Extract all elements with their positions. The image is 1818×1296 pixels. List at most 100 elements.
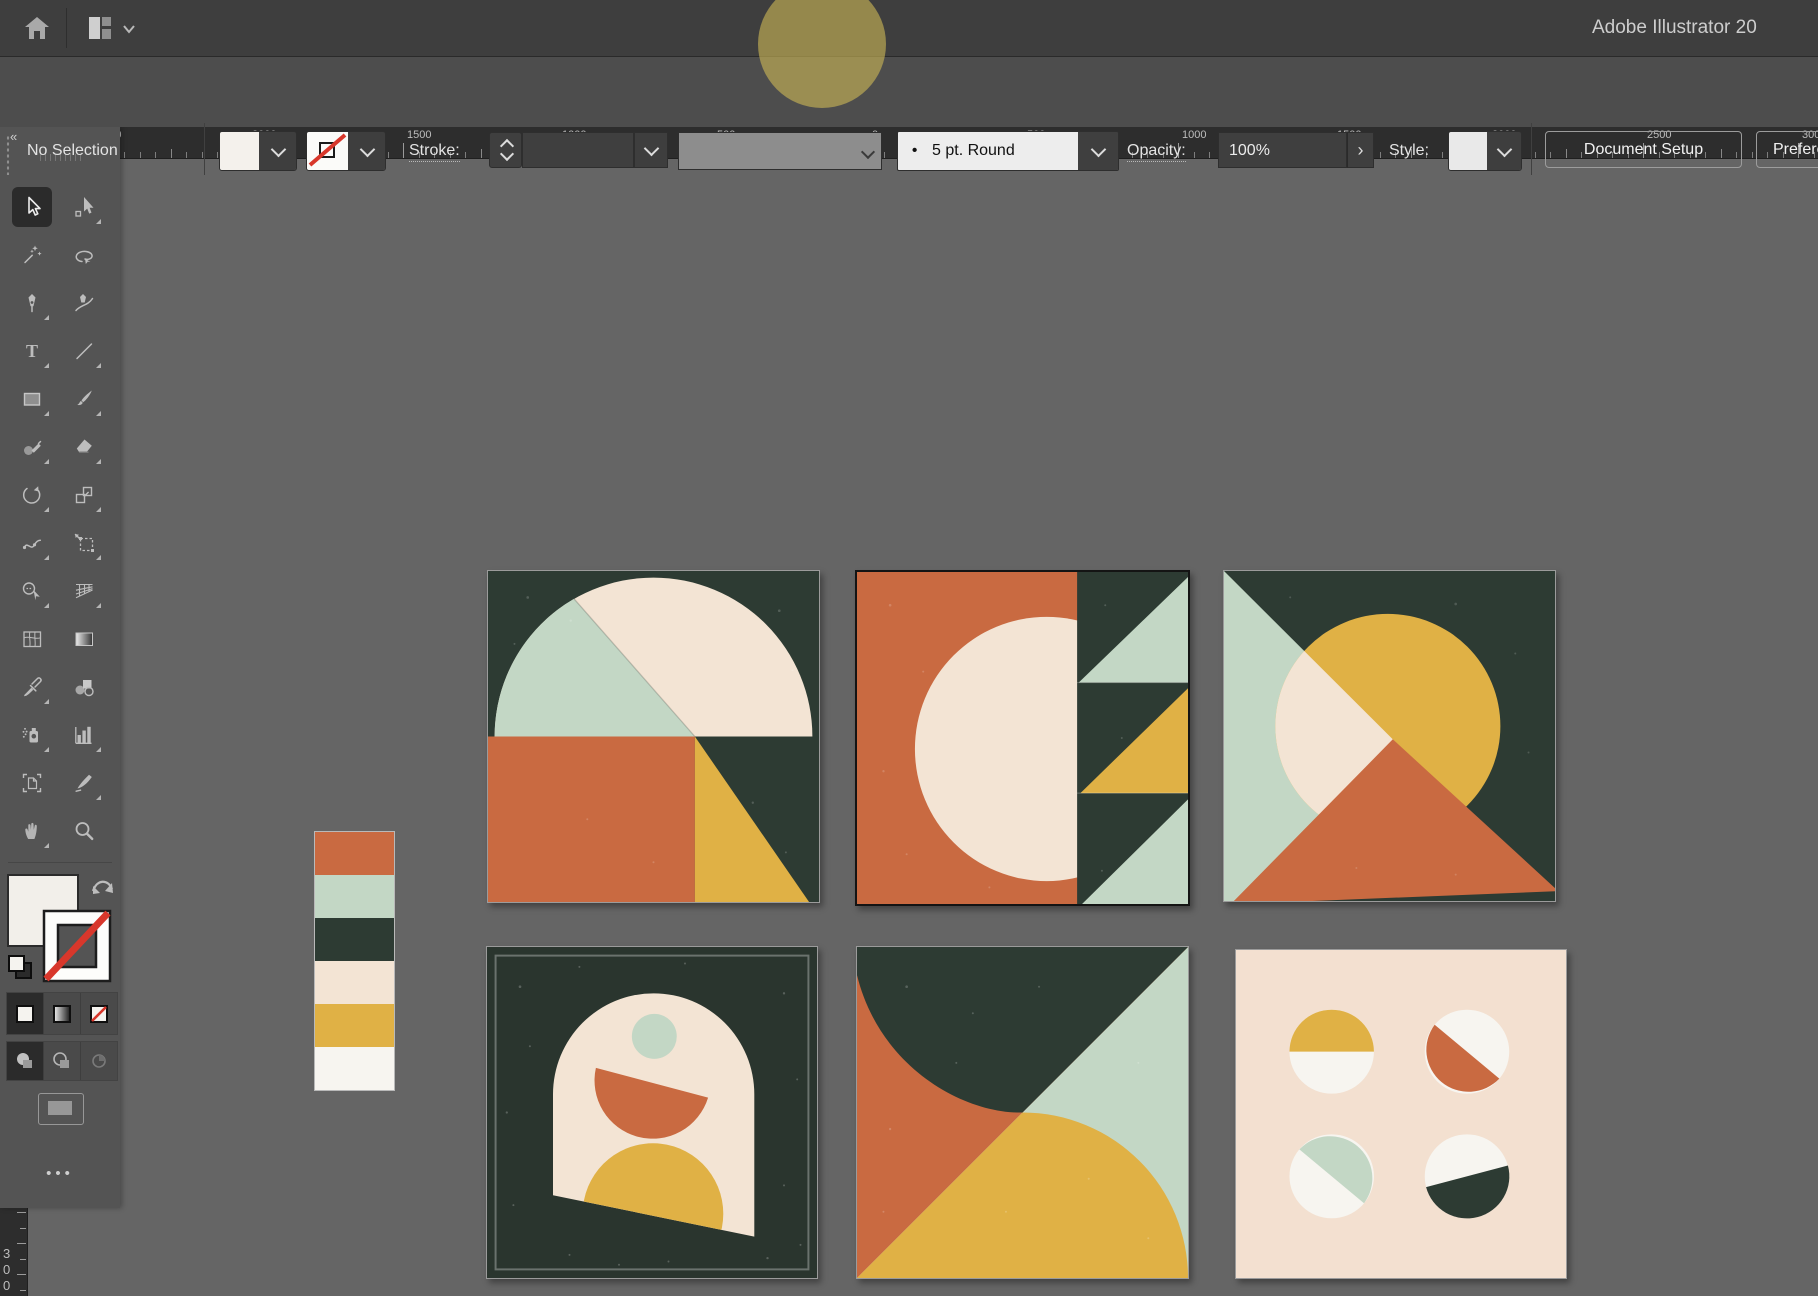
edit-toolbar-button[interactable]: ••• [0, 1165, 120, 1182]
svg-text:T: T [26, 341, 38, 361]
home-icon[interactable] [22, 13, 52, 43]
fill-color-control[interactable] [219, 131, 297, 171]
stroke-label[interactable]: Stroke: [409, 139, 460, 163]
shaper-tool[interactable] [12, 427, 52, 467]
artboard-curve-pinwheel[interactable] [856, 946, 1189, 1279]
document-setup-button[interactable]: Document Setup [1545, 131, 1742, 168]
color-swatch-strip-object[interactable] [315, 832, 394, 1090]
divider [204, 123, 205, 175]
draw-behind-button[interactable] [44, 1042, 81, 1080]
collapse-panel-button[interactable]: « [10, 129, 18, 144]
graphic-style-control[interactable] [1448, 131, 1522, 171]
width-tool[interactable] [12, 523, 52, 563]
color-chip[interactable] [315, 832, 394, 875]
stroke-weight-stepper[interactable] [489, 132, 522, 168]
none-button[interactable] [81, 993, 117, 1034]
change-screen-mode-button[interactable] [38, 1093, 84, 1125]
scale-tool[interactable] [64, 475, 104, 515]
color-button[interactable] [7, 993, 44, 1034]
draw-normal-button[interactable] [7, 1042, 44, 1080]
direct-selection-tool[interactable] [64, 187, 104, 227]
ruler-tick [202, 152, 203, 158]
magic-wand-icon [20, 243, 44, 267]
style-swatch[interactable] [1449, 132, 1487, 170]
brush-definition-value[interactable]: • 5 pt. Round [898, 132, 1078, 170]
rectangle-tool[interactable] [12, 379, 52, 419]
ruler-tick [20, 1228, 26, 1229]
line-segment-tool[interactable] [64, 331, 104, 371]
color-chip[interactable] [315, 875, 394, 918]
fill-dropdown-chevron[interactable] [259, 132, 296, 170]
application-bar: Adobe Illustrator 20 [0, 0, 1818, 57]
eyedropper-tool[interactable] [12, 667, 52, 707]
paintbrush-tool[interactable] [64, 379, 104, 419]
opacity-more-button[interactable]: › [1347, 132, 1374, 168]
color-chip[interactable] [315, 918, 394, 961]
column-graph-tool[interactable] [64, 715, 104, 755]
perspective-grid-tool[interactable] [64, 571, 104, 611]
lasso-icon [72, 243, 96, 267]
pen-tool[interactable] [12, 283, 52, 323]
direct-selection-icon [72, 195, 96, 219]
width-profile-dropdown[interactable] [678, 132, 882, 170]
draw-inside-button[interactable] [81, 1042, 117, 1080]
shape-builder-tool[interactable] [12, 571, 52, 611]
ruler-label: 3 [3, 1246, 10, 1261]
artboard-circle-and-triangle-column[interactable] [855, 570, 1190, 906]
preferences-button[interactable]: Preferences [1756, 131, 1818, 168]
selection-tool[interactable] [12, 187, 52, 227]
stroke-swatch-none[interactable] [307, 132, 348, 170]
stroke-color-control[interactable] [306, 131, 386, 171]
stroke-weight-field[interactable] [522, 132, 634, 168]
opacity-field[interactable]: 100% [1218, 132, 1347, 168]
slice-tool[interactable] [64, 763, 104, 803]
divider [8, 862, 112, 863]
curvature-tool[interactable] [64, 283, 104, 323]
artboard-four-split-circles[interactable] [1235, 949, 1567, 1279]
gradient-button[interactable] [44, 993, 81, 1034]
color-chip[interactable] [315, 1047, 394, 1090]
ruler-tick [124, 152, 125, 158]
ruler-tick [155, 152, 156, 158]
ruler-tick [171, 149, 172, 158]
ruler-tick [388, 152, 389, 158]
canvas-pasteboard[interactable] [0, 158, 1818, 1296]
blend-tool[interactable] [64, 667, 104, 707]
scale-icon [72, 483, 96, 507]
stroke-weight-chevron[interactable] [634, 132, 668, 168]
artboard-tool-tool[interactable] [12, 763, 52, 803]
mesh-tool[interactable] [12, 619, 52, 659]
brush-definition-control[interactable]: • 5 pt. Round [897, 131, 1119, 171]
stroke-dropdown-chevron[interactable] [348, 132, 385, 170]
symbol-sprayer-tool[interactable] [12, 715, 52, 755]
arrange-documents-icon[interactable] [88, 16, 112, 40]
rectangle-icon [20, 387, 44, 411]
artboard-arch-figure[interactable] [486, 946, 818, 1279]
gradient-tool[interactable] [64, 619, 104, 659]
artboard-dome-quadrants[interactable] [487, 570, 820, 903]
zoom-icon [72, 819, 96, 843]
type-tool[interactable]: T [12, 331, 52, 371]
rotate-tool[interactable] [12, 475, 52, 515]
stroke-proxy-none [44, 911, 110, 981]
free-transform-tool[interactable] [64, 523, 104, 563]
magic-wand-tool[interactable] [12, 235, 52, 275]
zoom-tool[interactable] [64, 811, 104, 851]
color-chip[interactable] [315, 961, 394, 1004]
eraser-tool[interactable] [64, 427, 104, 467]
chevron-down-icon[interactable] [122, 24, 136, 34]
fill-stroke-proxy[interactable] [0, 867, 120, 993]
panel-drag-handle[interactable] [6, 135, 10, 175]
rotate-icon [20, 483, 44, 507]
color-chip[interactable] [315, 1004, 394, 1047]
style-dropdown-chevron[interactable] [1487, 132, 1521, 170]
fill-swatch[interactable] [220, 132, 259, 170]
ruler-tick [884, 152, 885, 158]
divider [1531, 123, 1532, 175]
hand-tool[interactable] [12, 811, 52, 851]
selection-icon [20, 195, 44, 219]
lasso-tool[interactable] [64, 235, 104, 275]
artboard-sun-mountain[interactable] [1223, 570, 1556, 902]
brush-dropdown-chevron[interactable] [1078, 132, 1118, 170]
opacity-label[interactable]: Opacity: [1127, 139, 1186, 163]
